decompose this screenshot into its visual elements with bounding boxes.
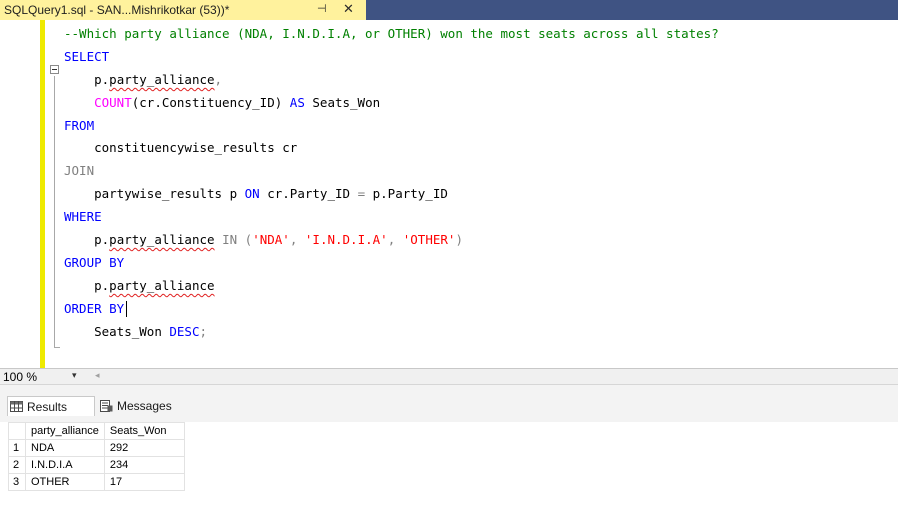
code-line-9: WHERE bbox=[64, 206, 719, 229]
keyword-group-by: GROUP BY bbox=[64, 254, 125, 270]
keyword-join: JOIN bbox=[64, 163, 95, 179]
results-tab-strip: Results Messages bbox=[0, 385, 898, 422]
as-keyword: AS bbox=[289, 94, 305, 110]
pin-icon[interactable]: ⊣ bbox=[317, 2, 327, 15]
paren-close: ) bbox=[455, 232, 463, 248]
collapse-icon[interactable] bbox=[50, 65, 59, 74]
code-line-8: partywise_results p ON cr.Party_ID = p.P… bbox=[64, 183, 719, 206]
code-lines: --Which party alliance (NDA, I.N.D.I.A, … bbox=[64, 23, 719, 343]
table-row[interactable]: 3 OTHER 17 bbox=[8, 473, 185, 491]
code-line-10: p.party_alliance IN ('NDA', 'I.N.D.I.A',… bbox=[64, 229, 719, 252]
cell-party-alliance[interactable]: OTHER bbox=[25, 473, 105, 491]
code-line-12: p.party_alliance bbox=[64, 275, 719, 298]
table-row[interactable]: 2 I.N.D.I.A 234 bbox=[8, 456, 185, 474]
column-header-party-alliance[interactable]: party_alliance bbox=[25, 422, 105, 440]
select-col-prefix: p. bbox=[94, 71, 110, 87]
value-other: 'OTHER' bbox=[402, 232, 456, 248]
count-function: COUNT bbox=[94, 94, 132, 110]
count-argument: (cr.Constituency_ID) bbox=[131, 94, 283, 110]
desc-keyword: DESC bbox=[169, 323, 200, 339]
tab-messages[interactable]: Messages bbox=[96, 396, 200, 416]
join-left: cr.Party_ID bbox=[267, 186, 351, 202]
cell-party-alliance[interactable]: I.N.D.I.A bbox=[25, 456, 105, 474]
order-col: Seats_Won bbox=[94, 323, 162, 339]
results-grid[interactable]: party_alliance Seats_Won 1 NDA 292 2 I.N… bbox=[8, 422, 185, 491]
tab-title: SQLQuery1.sql - SAN...Mishrikotkar (53))… bbox=[4, 3, 230, 17]
outline-end bbox=[54, 347, 60, 348]
code-line-3: p.party_alliance, bbox=[64, 69, 719, 92]
cell-party-alliance[interactable]: NDA bbox=[25, 439, 105, 457]
code-line-5: FROM bbox=[64, 115, 719, 138]
code-line-2: SELECT bbox=[64, 46, 719, 69]
where-col: party_alliance bbox=[109, 232, 215, 248]
code-line-1: --Which party alliance (NDA, I.N.D.I.A, … bbox=[64, 23, 719, 46]
row-number[interactable]: 1 bbox=[8, 439, 26, 457]
cell-seats-won[interactable]: 234 bbox=[103, 456, 185, 474]
zoom-level[interactable]: 100 % bbox=[3, 370, 37, 384]
from-table: constituencywise_results cr bbox=[94, 140, 298, 156]
row-number[interactable]: 3 bbox=[8, 473, 26, 491]
document-tab-strip: SQLQuery1.sql - SAN...Mishrikotkar (53))… bbox=[0, 0, 898, 20]
zoom-bar: 100 % ▾ ◂ bbox=[0, 368, 898, 385]
keyword-order-by: ORDER BY bbox=[64, 300, 125, 316]
value-nda: 'NDA' bbox=[252, 232, 290, 248]
where-prefix: p. bbox=[94, 232, 110, 248]
row-number-header[interactable] bbox=[8, 422, 26, 440]
query-editor[interactable]: --Which party alliance (NDA, I.N.D.I.A, … bbox=[0, 20, 898, 368]
change-margin bbox=[40, 20, 45, 368]
sep-1: , bbox=[289, 232, 298, 248]
cell-seats-won[interactable]: 17 bbox=[103, 473, 185, 491]
keyword-select: SELECT bbox=[64, 48, 110, 64]
scroll-left-icon[interactable]: ◂ bbox=[95, 370, 100, 381]
join-table: partywise_results p bbox=[94, 186, 238, 202]
column-alias: Seats_Won bbox=[312, 94, 381, 110]
close-icon[interactable]: ✕ bbox=[343, 1, 354, 17]
code-line-4: COUNT(cr.Constituency_ID) AS Seats_Won bbox=[64, 92, 719, 115]
keyword-from: FROM bbox=[64, 117, 95, 133]
code-line-11: GROUP BY bbox=[64, 252, 719, 275]
code-line-13: ORDER BY bbox=[64, 298, 719, 321]
group-col: party_alliance bbox=[109, 277, 215, 293]
in-keyword: IN bbox=[222, 232, 238, 248]
value-india: 'I.N.D.I.A' bbox=[304, 232, 388, 248]
row-number[interactable]: 2 bbox=[8, 456, 26, 474]
tab-messages-label: Messages bbox=[117, 399, 172, 413]
keyword-where: WHERE bbox=[64, 209, 102, 225]
outline-line bbox=[54, 76, 55, 348]
semicolon: ; bbox=[199, 323, 208, 339]
cell-seats-won[interactable]: 292 bbox=[103, 439, 185, 457]
grid-icon bbox=[10, 401, 23, 412]
on-keyword: ON bbox=[244, 186, 260, 202]
comment-text: --Which party alliance (NDA, I.N.D.I.A, … bbox=[64, 26, 719, 41]
group-prefix: p. bbox=[94, 277, 110, 293]
sep-2: , bbox=[387, 232, 396, 248]
select-col-name: party_alliance bbox=[109, 71, 215, 87]
zoom-dropdown-icon[interactable]: ▾ bbox=[72, 370, 77, 381]
code-line-7: JOIN bbox=[64, 160, 719, 183]
messages-icon bbox=[100, 400, 113, 412]
table-row[interactable]: 1 NDA 292 bbox=[8, 439, 185, 457]
tab-results[interactable]: Results bbox=[7, 396, 95, 416]
equals-operator: = bbox=[357, 186, 366, 202]
text-caret bbox=[126, 301, 128, 318]
code-line-14: Seats_Won DESC; bbox=[64, 321, 719, 344]
column-header-seats-won[interactable]: Seats_Won bbox=[103, 422, 185, 440]
join-right: p.Party_ID bbox=[372, 186, 448, 202]
comma: , bbox=[214, 71, 223, 87]
results-pane: Results Messages party_alliance Seats_Wo… bbox=[0, 385, 898, 524]
tab-results-label: Results bbox=[27, 399, 68, 414]
grid-header-row: party_alliance Seats_Won bbox=[8, 422, 185, 440]
query-document-tab[interactable]: SQLQuery1.sql - SAN...Mishrikotkar (53))… bbox=[0, 0, 366, 20]
code-line-6: constituencywise_results cr bbox=[64, 137, 719, 160]
